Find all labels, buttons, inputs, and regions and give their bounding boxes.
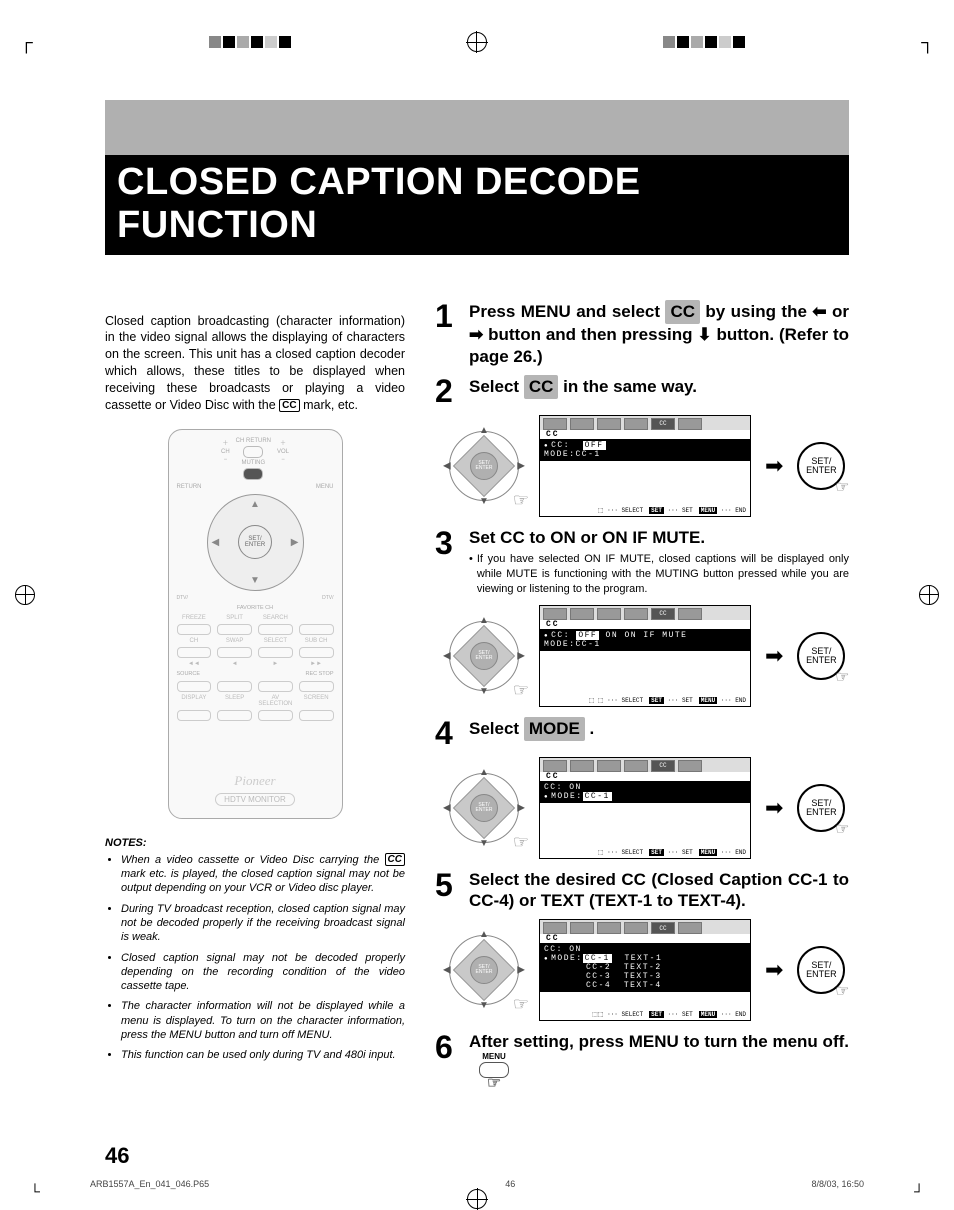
arrow-right-icon: ➡ xyxy=(765,957,783,983)
step-5: 5 Select the desired CC (Closed Caption … xyxy=(435,869,849,912)
color-squares-left xyxy=(209,36,291,48)
arrow-right-icon: ➡ xyxy=(765,453,783,479)
notes-header: NOTES: xyxy=(105,837,405,849)
cc-tag: CC xyxy=(524,375,559,399)
remote-illustration: ＋CH− CH RETURN MUTING ＋VOL− RETURN MENU xyxy=(168,429,343,819)
note-item: During TV broadcast reception, closed ca… xyxy=(121,902,405,945)
intro-paragraph: Closed caption broadcasting (character i… xyxy=(105,313,405,414)
title-grey-bar xyxy=(105,100,849,155)
dpad-illustration: SET/ ENTER ▲▼ ◀▶ ☞ xyxy=(443,615,525,697)
registration-target-left xyxy=(10,585,40,625)
remote-brand: Pioneer xyxy=(234,773,275,789)
crop-corner-tl: ┌ xyxy=(20,32,33,53)
step-number: 1 xyxy=(435,300,469,367)
remote-ch-return-btn xyxy=(243,446,263,458)
remote-ch-return-label: CH RETURN xyxy=(236,438,271,444)
step-number: 3 xyxy=(435,527,469,597)
color-squares-right xyxy=(663,36,745,48)
step-6: 6 After setting, press MENU to turn the … xyxy=(435,1031,849,1094)
set-enter-button-icon: SET/ ENTER ☞ xyxy=(797,784,845,832)
note-item: When a video cassette or Video Disc carr… xyxy=(121,853,405,896)
remote-setenter-btn: SET/ ENTER xyxy=(238,525,272,559)
step-2: 2 Select CC in the same way. xyxy=(435,375,849,407)
step-number: 4 xyxy=(435,717,469,749)
mode-tag: MODE xyxy=(524,717,585,741)
arrow-right-icon: ➡ xyxy=(765,643,783,669)
osd-screen-step5: CC CC CC: ON MODE:CC-1 TEXT-1 CC-2 TEXT-… xyxy=(539,919,751,1021)
crop-corners-bottom: └┘ xyxy=(0,1183,954,1199)
osd-screen-step2: CC CC CC: OFF MODE:CC-1 ⬚ ··· SELECT SET… xyxy=(539,415,751,517)
intro-text-b: mark, etc. xyxy=(300,398,358,412)
dpad-illustration: SET/ ENTER ▲▼ ◀▶ ☞ xyxy=(443,767,525,849)
step-4: 4 Select MODE . xyxy=(435,717,849,749)
hand-pointer-icon: ☞ xyxy=(513,490,529,511)
registration-row-top: ┌ ┐ xyxy=(0,30,954,54)
hand-pointer-icon: ☞ xyxy=(513,994,529,1015)
remote-hdtv-pill: HDTV MONITOR xyxy=(215,793,295,806)
remote-muting-btn xyxy=(243,468,263,480)
cc-badge-icon: CC xyxy=(279,399,299,412)
page-title: CLOSED CAPTION DECODE FUNCTION xyxy=(105,155,849,255)
cc-tag: CC xyxy=(665,300,700,324)
registration-target-top xyxy=(467,32,487,52)
note-item: Closed caption signal may not be decoded… xyxy=(121,951,405,994)
registration-target-right xyxy=(914,585,944,625)
arrow-right-icon: ➡ xyxy=(469,325,483,344)
remote-dpad: ▲▼ ◀▶ SET/ ENTER xyxy=(207,494,304,591)
note-item: This function can be used only during TV… xyxy=(121,1048,405,1062)
step-1: 1 Press MENU and select CC by using the … xyxy=(435,300,849,367)
hand-pointer-icon: ☞ xyxy=(513,680,529,701)
menu-button-illustration: MENU ☞ xyxy=(479,1052,509,1094)
remote-return-label: RETURN xyxy=(177,484,202,490)
hand-pointer-icon: ☞ xyxy=(835,670,849,686)
arrow-left-icon: ⬅ xyxy=(812,302,826,321)
osd-screen-step4: CC CC CC: ON MODE:CC-1 ⬚ ··· SELECT SET … xyxy=(539,757,751,859)
hand-pointer-icon: ☞ xyxy=(513,832,529,853)
note-item: The character information will not be di… xyxy=(121,999,405,1042)
intro-text-a: Closed caption broadcasting (character i… xyxy=(105,314,405,412)
remote-menu-label: MENU xyxy=(316,484,334,490)
step-3: 3 Set CC to ON or ON IF MUTE. •If you ha… xyxy=(435,527,849,597)
remote-muting-label: MUTING xyxy=(241,460,265,466)
set-enter-button-icon: SET/ ENTER ☞ xyxy=(797,632,845,680)
remote-favorite-label: FAVORITE CH xyxy=(237,605,273,611)
step-number: 5 xyxy=(435,869,469,912)
crop-corner-tr: ┐ xyxy=(921,32,934,53)
hand-pointer-icon: ☞ xyxy=(835,822,849,838)
set-enter-button-icon: SET/ ENTER ☞ xyxy=(797,442,845,490)
arrow-right-icon: ➡ xyxy=(765,795,783,821)
hand-pointer-icon: ☞ xyxy=(835,480,849,496)
hand-pointer-icon: ☞ xyxy=(487,1074,501,1094)
page-number: 46 xyxy=(105,1143,129,1169)
hand-pointer-icon: ☞ xyxy=(835,984,849,1000)
set-enter-button-icon: SET/ ENTER ☞ xyxy=(797,946,845,994)
notes-section: NOTES: When a video cassette or Video Di… xyxy=(105,837,405,1063)
dpad-illustration: SET/ ENTER ▲▼ ◀▶ ☞ xyxy=(443,425,525,507)
arrow-down-icon: ⬇ xyxy=(697,325,711,344)
step-number: 2 xyxy=(435,375,469,407)
dpad-illustration: SET/ ENTER ▲▼ ◀▶ ☞ xyxy=(443,929,525,1011)
osd-screen-step3: CC CC CC: OFF ON ON IF MUTE MODE:CC-1 ⬚ … xyxy=(539,605,751,707)
step-number: 6 xyxy=(435,1031,469,1094)
